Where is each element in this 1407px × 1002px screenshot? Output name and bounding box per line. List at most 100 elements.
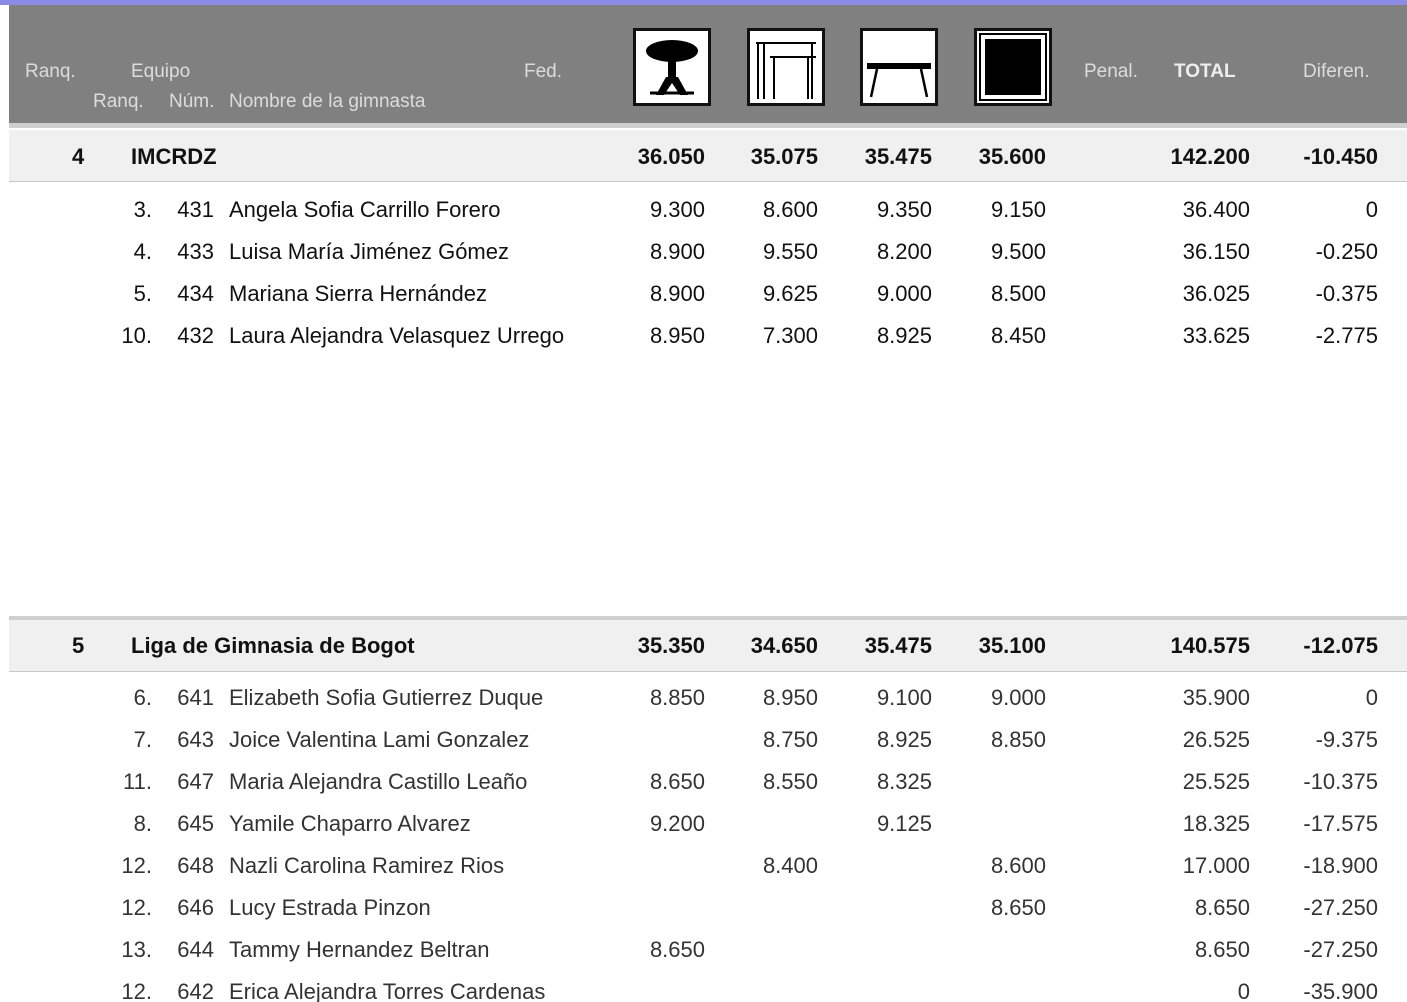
team-total: 140.575	[1170, 633, 1250, 658]
gymnast-row[interactable]	[9, 975, 1407, 1002]
team-score-beam: 35.475	[864, 144, 932, 169]
gymnast-diff: -17.575	[1303, 811, 1378, 836]
gymnast-score-bars: 8.600	[762, 197, 818, 222]
gymnast-score-bars: 8.950	[762, 685, 818, 710]
balance-beam-icon	[860, 28, 938, 106]
gymnast-number: 642	[177, 979, 214, 1002]
gymnast-score-beam: 9.125	[876, 811, 932, 836]
gymnast-score-vault: 8.950	[649, 323, 705, 348]
gymnast-score-floor: 8.500	[990, 281, 1046, 306]
gymnast-score-floor: 8.600	[990, 853, 1046, 878]
gymnast-score-beam: 8.200	[876, 239, 932, 264]
gymnast-score-bars: 8.750	[762, 727, 818, 752]
gymnast-total: 18.325	[1182, 811, 1250, 836]
floor-exercise-icon	[974, 28, 1052, 106]
gymnast-number: 641	[177, 685, 214, 710]
gymnast-rank: 8.	[133, 811, 152, 836]
gymnast-score-floor: 9.000	[990, 685, 1046, 710]
header-rank-label: Ranq.	[25, 61, 76, 82]
gymnast-name: Erica Alejandra Torres Cardenas	[229, 979, 546, 1002]
gymnast-name: Maria Alejandra Castillo Leaño	[229, 769, 528, 794]
gymnast-number: 646	[177, 895, 214, 920]
gymnast-score-vault: 9.300	[649, 197, 705, 222]
gymnast-total: 35.900	[1182, 685, 1250, 710]
gymnast-number: 431	[177, 197, 214, 222]
gymnast-name: Nazli Carolina Ramirez Rios	[229, 853, 505, 878]
gymnast-number: 645	[177, 811, 214, 836]
team-rank: 4	[72, 144, 85, 169]
gymnast-score-beam: 9.100	[876, 685, 932, 710]
header-team-label: Equipo	[131, 61, 191, 82]
team-score-floor: 35.100	[978, 633, 1046, 658]
gymnast-rank: 11.	[123, 769, 152, 794]
gymnast-total: 26.525	[1182, 727, 1250, 752]
gymnast-total: 36.025	[1182, 281, 1250, 306]
team-diff: -10.450	[1303, 144, 1378, 169]
gymnast-score-bars: 9.625	[762, 281, 818, 306]
gymnast-score-floor: 8.850	[990, 727, 1046, 752]
gymnast-rank: 4.	[133, 239, 152, 264]
gymnast-total: 17.000	[1182, 853, 1250, 878]
gymnast-name: Lucy Estrada Pinzon	[229, 895, 431, 920]
gymnast-number: 432	[177, 323, 214, 348]
gymnast-rank: 12.	[121, 895, 152, 920]
gymnast-score-beam: 9.000	[876, 281, 932, 306]
header-penalty-label: Penal.	[1084, 61, 1138, 82]
gymnast-score-beam: 8.925	[876, 323, 932, 348]
gymnast-number: 644	[177, 937, 214, 962]
team-score-vault: 35.350	[637, 633, 705, 658]
team-name: IMCRDZ	[131, 144, 217, 169]
gymnast-diff: -18.900	[1303, 853, 1378, 878]
header-fed-label: Fed.	[524, 61, 563, 82]
gymnast-score-bars: 8.550	[762, 769, 818, 794]
gymnast-diff: -35.900	[1303, 979, 1378, 1002]
gymnast-diff: -27.250	[1303, 895, 1378, 920]
gymnast-rank: 3.	[133, 197, 152, 222]
gymnast-rank: 6.	[133, 685, 152, 710]
gymnast-total: 8.650	[1194, 937, 1250, 962]
results-header: Ranq. Equipo Fed. Ranq. Núm. Nombre de l…	[9, 5, 1407, 123]
team-score-bars: 34.650	[750, 633, 818, 658]
gymnast-score-floor: 9.500	[990, 239, 1046, 264]
header-diff-label: Diferen.	[1303, 61, 1370, 82]
gymnast-diff: 0	[1365, 197, 1378, 222]
gymnast-name: Angela Sofia Carrillo Forero	[229, 197, 501, 222]
gymnast-rank: 12.	[121, 979, 152, 1002]
gymnast-score-vault: 8.650	[649, 937, 705, 962]
team-score-beam: 35.475	[864, 633, 932, 658]
gymnast-total: 33.625	[1182, 323, 1250, 348]
header-total-label: TOTAL	[1174, 61, 1236, 82]
gymnast-diff: -10.375	[1303, 769, 1378, 794]
vault-icon	[633, 28, 711, 106]
gymnast-rank: 10.	[121, 323, 152, 348]
gymnast-total: 36.150	[1182, 239, 1250, 264]
gymnast-diff: -0.375	[1315, 281, 1378, 306]
team-rank: 5	[72, 633, 85, 658]
team-total: 142.200	[1170, 144, 1250, 169]
gymnast-score-beam: 8.925	[876, 727, 932, 752]
gymnast-score-floor: 9.150	[990, 197, 1046, 222]
header-number-label: Núm.	[169, 91, 215, 112]
gymnast-score-vault: 8.850	[649, 685, 705, 710]
gymnast-name: Joice Valentina Lami Gonzalez	[229, 727, 530, 752]
gymnast-rank: 12.	[121, 853, 152, 878]
gymnast-name: Tammy Hernandez Beltran	[229, 937, 490, 962]
gymnast-name: Luisa María Jiménez Gómez	[229, 239, 509, 264]
gymnast-diff: -9.375	[1315, 727, 1378, 752]
header-sub-rank-label: Ranq.	[93, 91, 144, 112]
gymnast-name: Mariana Sierra Hernández	[229, 281, 488, 306]
gymnast-total: 36.400	[1182, 197, 1250, 222]
gymnast-score-bars: 9.550	[762, 239, 818, 264]
gymnast-number: 647	[177, 769, 214, 794]
team-score-bars: 35.075	[750, 144, 818, 169]
gymnast-score-floor: 8.450	[990, 323, 1046, 348]
gymnast-number: 434	[177, 281, 214, 306]
header-name-label: Nombre de la gimnasta	[229, 91, 426, 112]
gymnast-number: 648	[177, 853, 214, 878]
gymnast-total: 0	[1237, 979, 1250, 1002]
gymnast-name: Elizabeth Sofia Gutierrez Duque	[229, 685, 544, 710]
gymnast-score-bars: 8.400	[762, 853, 818, 878]
gymnast-diff: -2.775	[1315, 323, 1378, 348]
gymnast-number: 643	[177, 727, 214, 752]
gymnast-diff: 0	[1365, 685, 1378, 710]
